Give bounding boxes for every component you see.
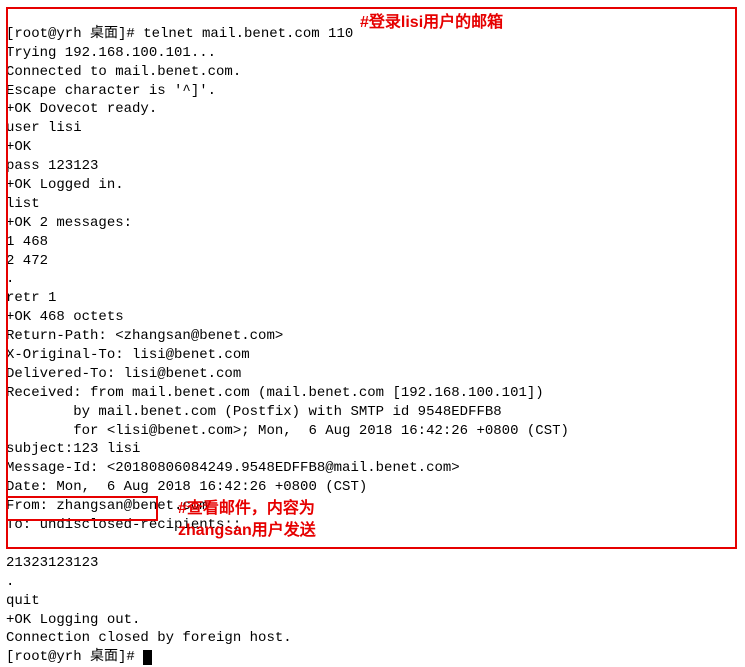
terminal-line: Escape character is '^]'.	[6, 83, 216, 99]
terminal-line: +OK	[6, 139, 31, 155]
terminal-line: retr 1	[6, 290, 56, 306]
terminal-line: Trying 192.168.100.101...	[6, 45, 216, 61]
terminal-line: user lisi	[6, 120, 82, 136]
terminal-line: +OK Logged in.	[6, 177, 124, 193]
terminal-line: X-Original-To: lisi@benet.com	[6, 347, 250, 363]
terminal-line: subject:123 lisi	[6, 441, 140, 457]
terminal-line: list	[6, 196, 40, 212]
annotation-view-line1: #查看邮件，内容为	[178, 500, 315, 517]
terminal-line: Connected to mail.benet.com.	[6, 64, 241, 80]
terminal-line: 21323123123	[6, 555, 98, 571]
terminal-line: Received: from mail.benet.com (mail.bene…	[6, 385, 544, 401]
terminal-line: .	[6, 271, 14, 287]
terminal-prompt[interactable]: [root@yrh 桌面]#	[6, 649, 143, 665]
terminal-line: +OK 2 messages:	[6, 215, 132, 231]
terminal-line: pass 123123	[6, 158, 98, 174]
cursor-block	[143, 650, 152, 665]
terminal-output: [root@yrh 桌面]# telnet mail.benet.com 110…	[6, 6, 739, 667]
terminal-line: +OK Dovecot ready.	[6, 101, 157, 117]
terminal-line: Connection closed by foreign host.	[6, 630, 292, 646]
terminal-line: quit	[6, 593, 40, 609]
annotation-view-line2: zhangsan用户发送	[178, 522, 316, 539]
terminal-line: [root@yrh 桌面]# telnet mail.benet.com 110	[6, 26, 353, 42]
terminal-line: 1 468	[6, 234, 48, 250]
terminal-line: 2 472	[6, 253, 48, 269]
terminal-line: Date: Mon, 6 Aug 2018 16:42:26 +0800 (CS…	[6, 479, 367, 495]
terminal-line: .	[6, 574, 14, 590]
terminal-line: Delivered-To: lisi@benet.com	[6, 366, 241, 382]
annotation-view: #查看邮件，内容为 zhangsan用户发送	[178, 498, 316, 543]
terminal-line: by mail.benet.com (Postfix) with SMTP id…	[6, 404, 502, 420]
terminal-line: Message-Id: <20180806084249.9548EDFFB8@m…	[6, 460, 460, 476]
terminal-line: +OK Logging out.	[6, 612, 140, 628]
annotation-login: #登录lisi用户的邮箱	[360, 12, 503, 34]
terminal-line: for <lisi@benet.com>; Mon, 6 Aug 2018 16…	[6, 423, 569, 439]
terminal-line: Return-Path: <zhangsan@benet.com>	[6, 328, 283, 344]
terminal-line: +OK 468 octets	[6, 309, 124, 325]
